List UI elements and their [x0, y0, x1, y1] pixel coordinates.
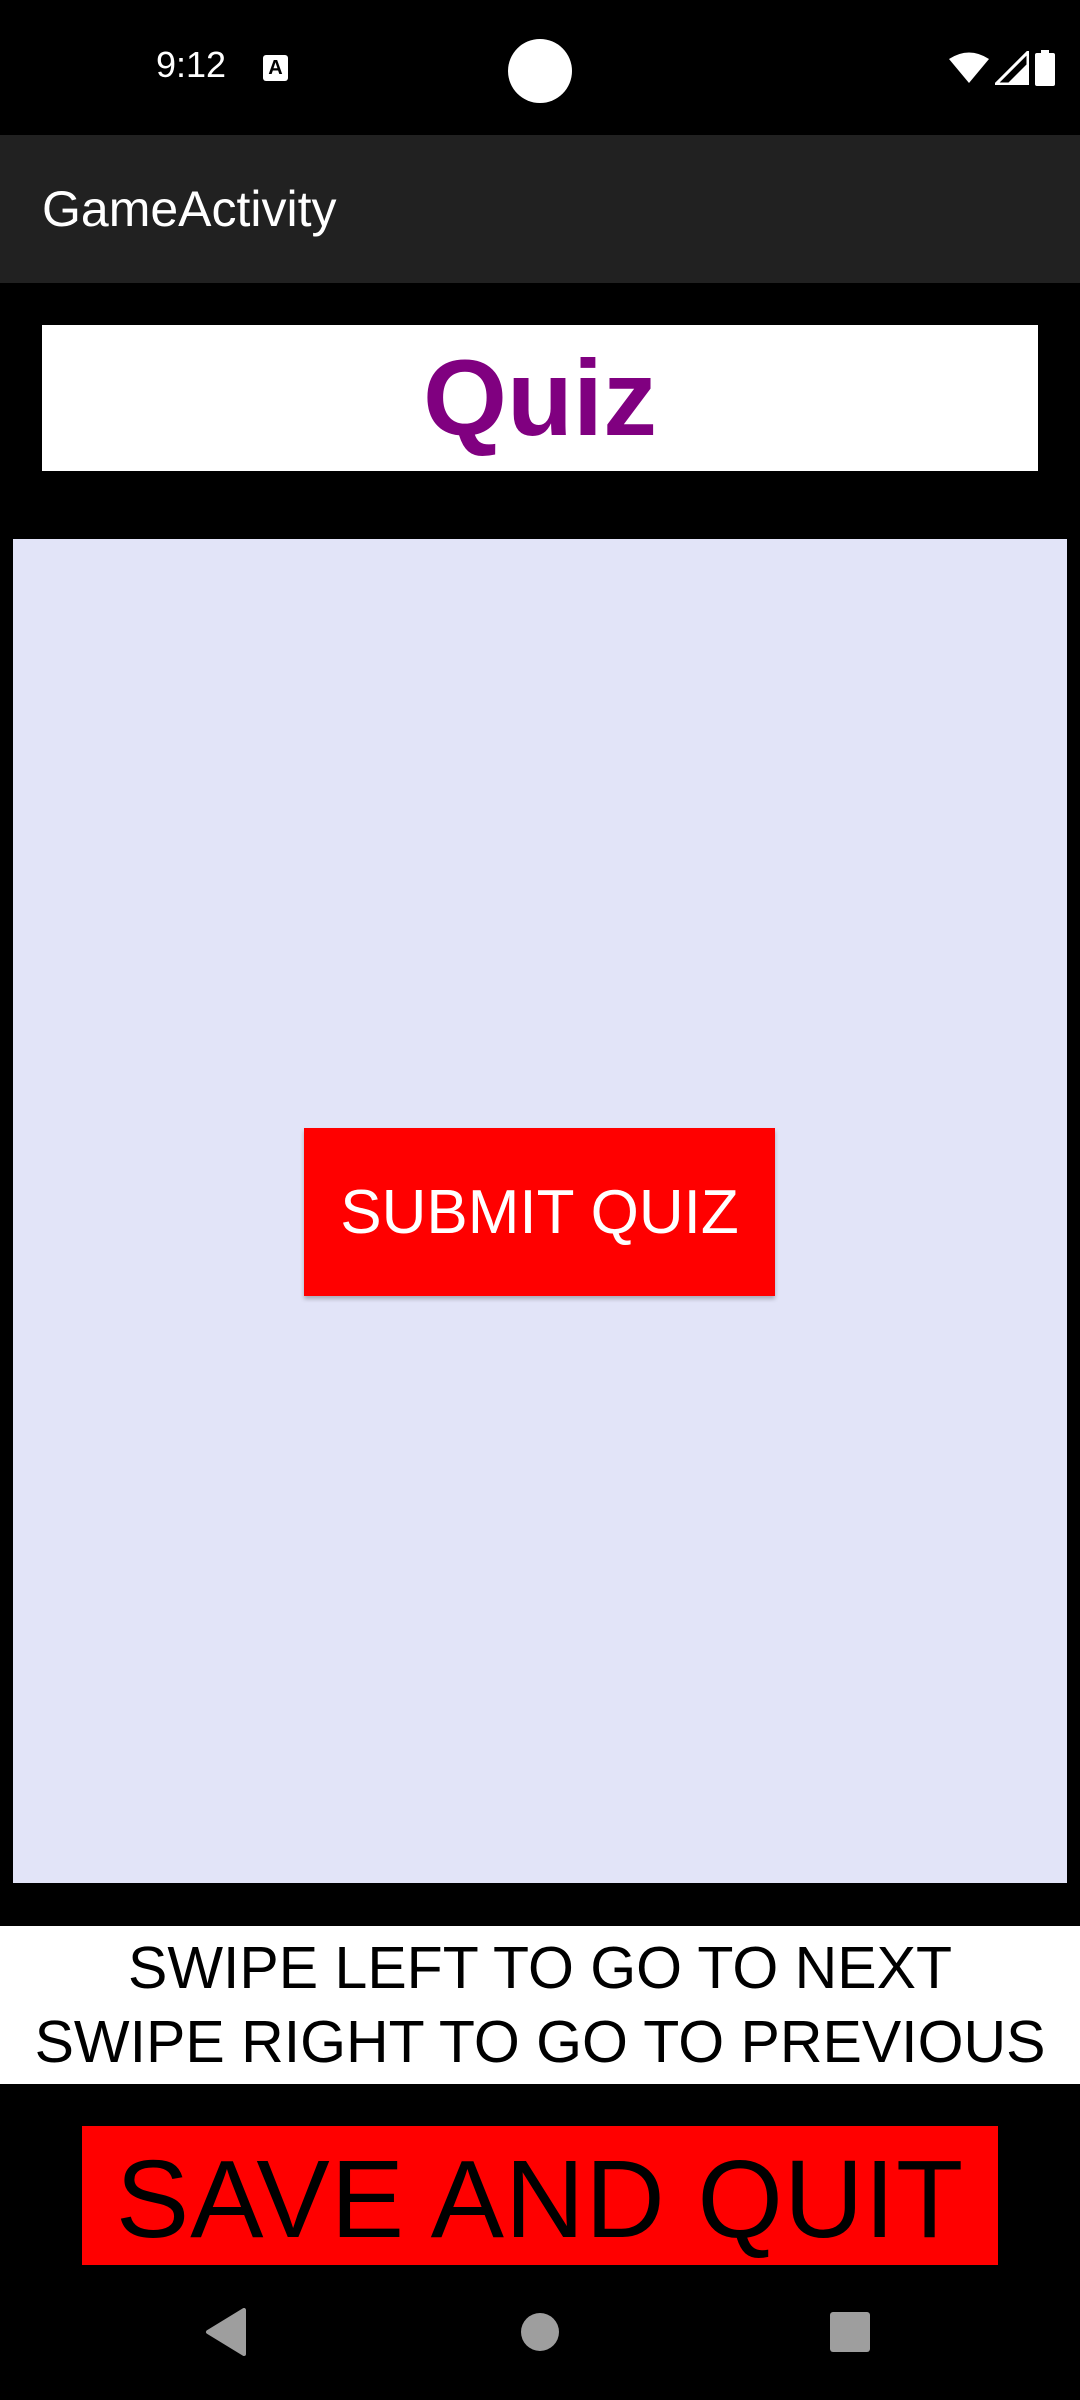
battery-icon [1035, 50, 1055, 86]
recents-icon[interactable] [810, 2292, 890, 2372]
home-icon[interactable] [500, 2292, 580, 2372]
back-icon[interactable] [186, 2292, 266, 2372]
status-bar: 9:12 A [0, 0, 1080, 135]
cellular-signal-icon [995, 51, 1029, 85]
wifi-icon [949, 52, 989, 84]
instruction-previous: SWIPE RIGHT TO GO TO PREVIOUS [34, 2009, 1046, 2075]
app-title: GameActivity [42, 181, 337, 237]
game-content: Quiz SUBMIT QUIZ SWIPE LEFT TO GO TO NEX… [0, 283, 1080, 2273]
quiz-title: Quiz [423, 337, 657, 458]
swipe-instructions: SWIPE LEFT TO GO TO NEXT SWIPE RIGHT TO … [0, 1926, 1080, 2084]
navigation-bar [0, 2265, 1080, 2400]
quiz-pager[interactable]: SUBMIT QUIZ [13, 539, 1067, 1883]
notification-a-icon: A [263, 55, 288, 81]
phone-screen: 9:12 A GameActivity Quiz SUBMIT QUIZ SWI… [0, 0, 1080, 2400]
quiz-header: Quiz [42, 325, 1038, 471]
instruction-next: SWIPE LEFT TO GO TO NEXT [127, 1935, 952, 2001]
camera-cutout [508, 39, 572, 103]
save-and-quit-button[interactable]: SAVE AND QUIT [82, 2126, 998, 2273]
status-icons [949, 50, 1055, 86]
submit-quiz-button[interactable]: SUBMIT QUIZ [304, 1128, 775, 1296]
status-time: 9:12 [156, 44, 227, 85]
app-bar: GameActivity [0, 135, 1080, 283]
